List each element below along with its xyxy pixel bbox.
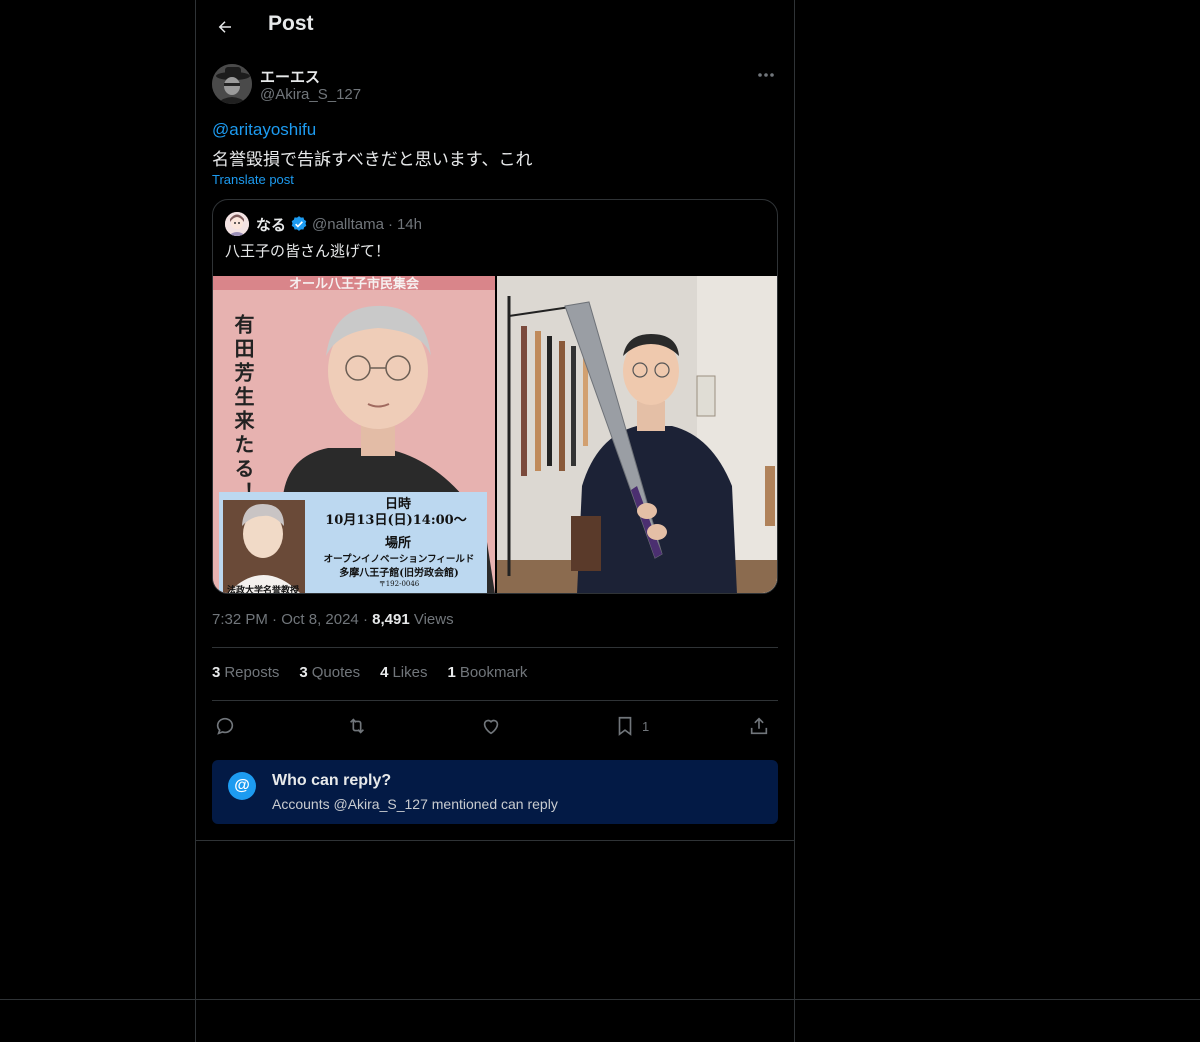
likes-stat[interactable]: 4 Likes: [380, 664, 427, 681]
flyer-place-line2: 多摩八王子館(旧労政会館): [339, 566, 458, 579]
meta-dot: ·: [362, 611, 368, 628]
separator-dot: ·: [387, 215, 393, 233]
post-author: エーエス @Akira_S_127: [212, 64, 778, 108]
repost-button[interactable]: [346, 712, 368, 740]
flyer-place-line1: オープンイノベーションフィールド: [324, 553, 475, 565]
quoted-media: オール八王子市民集会 有田芳生来たる！ 日時 10月13日(日)14:00〜 場…: [213, 276, 777, 594]
views-label: Views: [413, 611, 454, 628]
divider: [212, 700, 778, 701]
quotes-count: 3: [299, 664, 308, 681]
likes-count: 4: [380, 664, 389, 681]
translate-link[interactable]: Translate post: [212, 172, 294, 187]
back-button[interactable]: [212, 14, 238, 40]
quoted-time[interactable]: 14h: [397, 216, 422, 233]
reposts-label: Reposts: [224, 664, 280, 681]
flyer-date-label: 日時: [385, 496, 411, 512]
meta-dot: ·: [272, 611, 278, 628]
quoted-name[interactable]: なる: [256, 214, 286, 235]
quoted-avatar-image: [225, 212, 249, 236]
at-icon: @: [228, 772, 256, 800]
like-icon: [483, 719, 499, 735]
page-title: Post: [268, 12, 314, 35]
like-button[interactable]: [480, 712, 502, 740]
share-button[interactable]: [748, 712, 770, 740]
reply-button[interactable]: [214, 712, 236, 740]
quoted-post-header: なる @nalltama · 14h: [225, 212, 422, 236]
flyer-date-value: 10月13日(日)14:00〜: [325, 513, 466, 528]
bat-photo-image[interactable]: [497, 276, 777, 593]
bookmarks-count: 1: [447, 664, 456, 681]
action-bar: 1: [212, 712, 778, 740]
bookmark-button[interactable]: 1: [614, 712, 649, 740]
share-icon: [750, 717, 768, 735]
mention-link[interactable]: @aritayoshifu: [212, 120, 316, 140]
back-arrow-icon: [218, 21, 231, 33]
likes-label: Likes: [392, 664, 428, 681]
reply-icon: [216, 717, 234, 735]
flyer-caption: 法政大学名誉教授: [227, 584, 300, 594]
quoted-text: 八王子の皆さん逃げて！: [225, 243, 391, 260]
verified-badge-icon: [291, 216, 307, 231]
post-meta: 7:32 PM · Oct 8, 2024 · 8,491 Views: [212, 611, 454, 628]
flyer-banner: オール八王子市民集会: [289, 276, 420, 292]
quoted-avatar[interactable]: [225, 212, 249, 236]
post-date[interactable]: Oct 8, 2024: [281, 611, 359, 628]
quotes-label: Quotes: [311, 664, 361, 681]
reply-box-subtitle: Accounts @Akira_S_127 mentioned can repl…: [272, 796, 558, 812]
page-header: Post: [196, 0, 794, 54]
author-name[interactable]: エーエス: [260, 66, 320, 87]
author-handle[interactable]: @Akira_S_127: [260, 86, 361, 103]
more-icon: [758, 73, 774, 77]
engagement-stats: 3 Reposts 3 Quotes 4 Likes 1 Bookmark: [212, 664, 527, 681]
bookmark-count: 1: [642, 718, 650, 734]
post-text: 名誉毀損で告訴すべきだと思います、これ: [212, 150, 533, 169]
divider: [196, 840, 794, 841]
views-count: 8,491: [372, 611, 410, 628]
flyer-vertical-text: 有田芳生来たる！: [231, 313, 255, 506]
flyer-postal: 〒192-0046: [379, 580, 420, 588]
post-time[interactable]: 7:32 PM: [212, 611, 268, 628]
bookmarks-label: Bookmark: [459, 664, 528, 681]
who-can-reply-notice: @ Who can reply? Accounts @Akira_S_127 m…: [212, 760, 778, 824]
bookmarks-stat[interactable]: 1 Bookmark: [447, 664, 527, 681]
repost-icon: [349, 718, 365, 734]
divider: [212, 647, 778, 648]
primary-column: Post エーエス @Akira_S_127 @aritayoshifu 名誉毀…: [195, 0, 795, 1042]
event-flyer-image[interactable]: オール八王子市民集会 有田芳生来たる！ 日時 10月13日(日)14:00〜 場…: [213, 276, 495, 594]
bottom-divider: [0, 999, 1200, 1000]
reposts-stat[interactable]: 3 Reposts: [212, 664, 279, 681]
quoted-handle[interactable]: @nalltama: [312, 216, 384, 233]
more-button[interactable]: [754, 64, 778, 86]
reposts-count: 3: [212, 664, 221, 681]
flyer-place-label: 場所: [385, 535, 411, 551]
photo-graphic: [497, 276, 777, 593]
quoted-post[interactable]: なる @nalltama · 14h 八王子の皆さん逃げて！ オール八王子市民集…: [212, 199, 778, 594]
reply-box-title: Who can reply?: [272, 772, 392, 789]
bookmark-icon: [618, 716, 632, 736]
flyer-graphic: オール八王子市民集会 有田芳生来たる！ 日時 10月13日(日)14:00〜 場…: [213, 276, 495, 594]
author-avatar[interactable]: [212, 64, 252, 104]
avatar-image: [212, 64, 252, 104]
quotes-stat[interactable]: 3 Quotes: [299, 664, 360, 681]
